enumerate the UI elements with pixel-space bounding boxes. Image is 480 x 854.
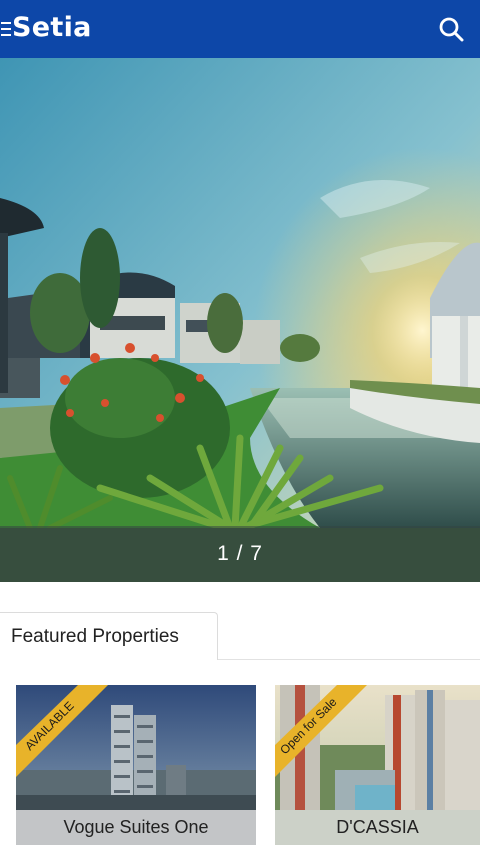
featured-tab-strip: Featured Properties: [0, 612, 480, 661]
card-title-bar: D'CASSIA: [275, 810, 480, 845]
card-title-bar: Vogue Suites One: [16, 810, 256, 845]
search-icon[interactable]: [438, 16, 464, 42]
hero-carousel[interactable]: 1 / 7: [0, 58, 480, 582]
slide-counter: 1 / 7: [217, 542, 263, 565]
hero-image: [0, 58, 480, 582]
property-card-vogue-suites-one[interactable]: AVAILABLE Vogue Suites One: [16, 685, 256, 845]
slide-counter-bar: 1 / 7: [0, 526, 480, 582]
property-card-dcassia[interactable]: Open for Sale D'CASSIA: [275, 685, 480, 845]
hamburger-menu-icon[interactable]: [1, 22, 11, 36]
section-spacer: [0, 582, 480, 612]
featured-cards: AVAILABLE Vogue Suites One Open for Sale…: [0, 660, 480, 854]
tab-featured-properties-label: Featured Properties: [11, 626, 179, 647]
brand-logo[interactable]: Setia: [12, 12, 92, 43]
tab-featured-properties[interactable]: Featured Properties: [0, 612, 218, 661]
app-header: Setia: [0, 0, 480, 58]
card-title: Vogue Suites One: [63, 817, 209, 837]
card-title: D'CASSIA: [336, 817, 419, 837]
